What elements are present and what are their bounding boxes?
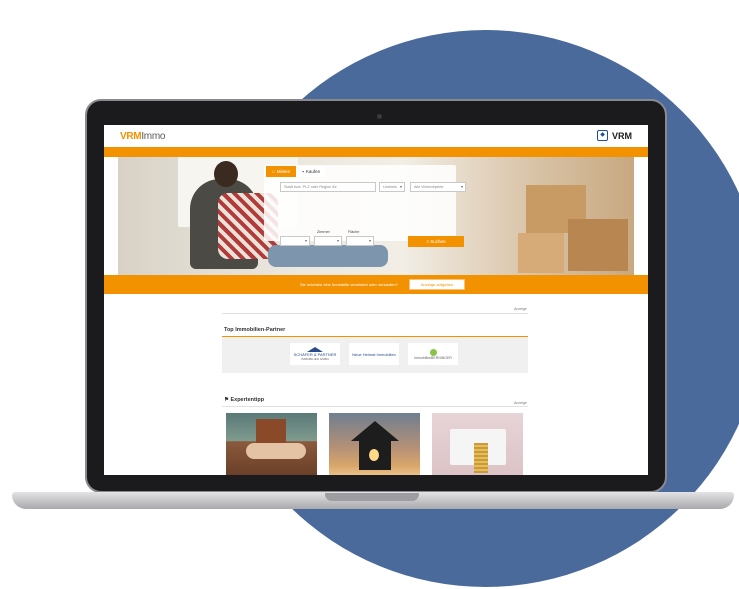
laptop-notch: [325, 493, 419, 501]
tip-card-heating[interactable]: [432, 413, 523, 475]
partners-box: SCHÄFER & PARTNER IMMOBILIEN GMBH Neue H…: [222, 336, 528, 373]
site-logo[interactable]: VRMImmo: [120, 131, 165, 142]
site-header: VRMImmo ◆ VRM: [104, 125, 648, 147]
partner-neue-heimat[interactable]: Neue Heimat Immobilien: [349, 343, 399, 365]
laptop-screen: VRMImmo ◆ VRM ⌂ Mieten ▪ Kaufen Stadt bz…: [104, 125, 648, 475]
chevron-down-icon: ▾: [304, 238, 307, 243]
vrm-logo-icon: ◆: [597, 130, 608, 141]
search-tabs: ⌂ Mieten ▪ Kaufen: [266, 166, 327, 177]
umkreis-select[interactable]: Umkreis ▾: [379, 182, 405, 192]
divider: [222, 406, 528, 407]
webcam: [377, 114, 382, 119]
anzeige-label: Anzeige: [514, 307, 527, 311]
lightbulb-icon: [369, 449, 379, 461]
location-input[interactable]: Stadt bzw. PLZ oder Region für: [280, 182, 376, 192]
flag-icon: ⚑: [224, 397, 229, 403]
anzeige-aufgeben-button[interactable]: Anzeige aufgeben: [409, 279, 465, 290]
chevron-down-icon: ▾: [399, 184, 402, 189]
search-icon: ⌕: [426, 239, 429, 244]
zimmer-label: Zimmer: [317, 230, 330, 234]
price-select[interactable]: ▾: [280, 236, 310, 246]
partner-berninger[interactable]: ImmobilienBERNINGER: [408, 343, 458, 365]
zimmer-select[interactable]: ▾: [314, 236, 342, 246]
flaeche-select[interactable]: ▾: [346, 236, 374, 246]
chevron-down-icon: ▾: [368, 238, 371, 243]
tip-card-energy[interactable]: [329, 413, 420, 475]
chevron-down-icon: ▾: [460, 184, 463, 189]
chevron-down-icon: ▾: [336, 238, 339, 243]
property-type-select[interactable]: Alle Wohnobjekte ▾: [410, 182, 466, 192]
leaf-icon: [429, 348, 437, 356]
orange-nav-strip: [104, 147, 648, 157]
cta-bar: Sie möchten eine Immobilie vermieten ode…: [104, 275, 648, 294]
search-button[interactable]: ⌕ Suchen: [408, 236, 464, 247]
tip-card-keys[interactable]: [226, 413, 317, 475]
coins-icon: [474, 443, 488, 473]
expertentipp-anzeige-label: Anzeige: [514, 401, 527, 405]
divider: [222, 313, 528, 314]
tab-kaufen[interactable]: ▪ Kaufen: [296, 166, 327, 177]
home-icon: ⌂: [272, 169, 275, 174]
partner-schaefer[interactable]: SCHÄFER & PARTNER IMMOBILIEN GMBH: [290, 343, 340, 365]
expertentipp-title: ⚑ Expertentipp: [224, 397, 265, 403]
partners-title: Top Immobilien-Partner: [224, 327, 286, 333]
cta-text: Sie möchten eine Immobilie vermieten ode…: [300, 282, 398, 287]
flaeche-label: Fläche: [348, 230, 360, 234]
vrm-brand[interactable]: ◆ VRM: [597, 130, 632, 141]
building-icon: ▪: [302, 169, 304, 174]
tab-mieten[interactable]: ⌂ Mieten: [266, 166, 297, 177]
